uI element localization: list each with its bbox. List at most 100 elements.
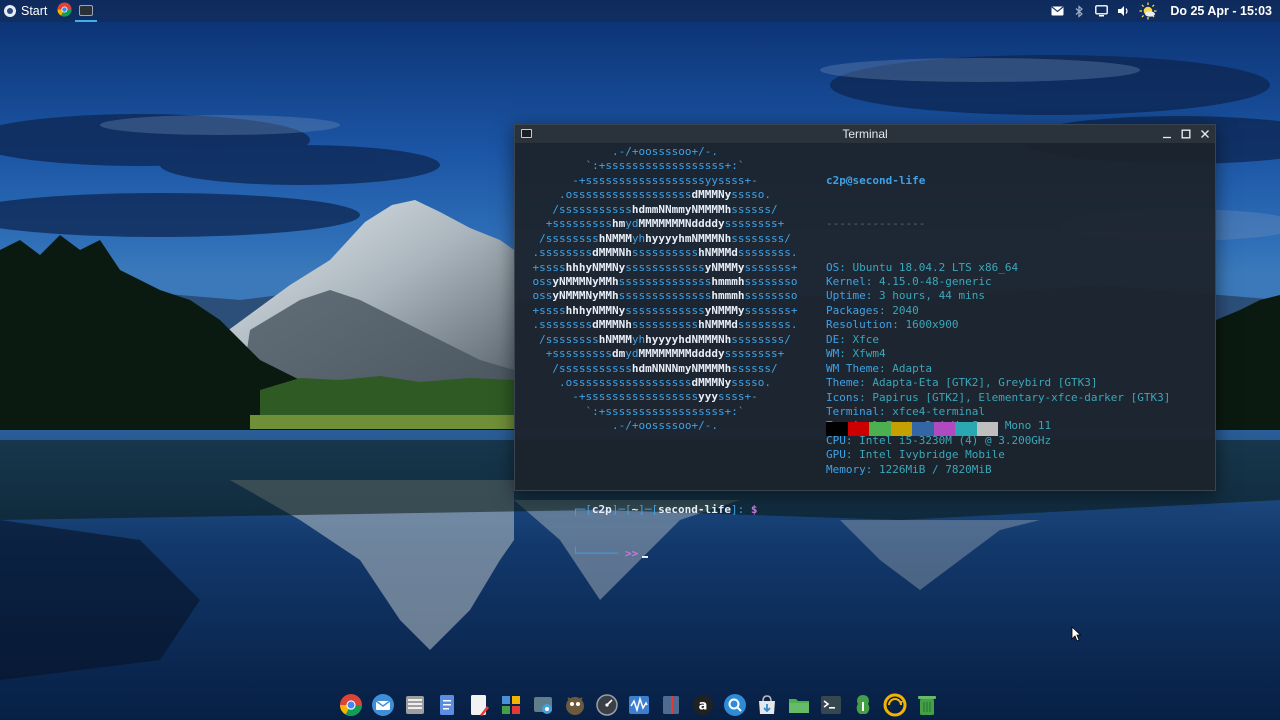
info-row: Resolution: 1600x900	[826, 318, 959, 332]
logo-segment: hmmmh	[711, 274, 745, 288]
logo-segment: ssssssssssssss	[618, 274, 712, 288]
window-controls	[1160, 125, 1211, 143]
logo-segment: -+ssssssssssssssssssyyssss+-	[572, 173, 758, 187]
info-value: xfce4-terminal	[892, 404, 985, 418]
bluetooth-icon[interactable]	[1073, 4, 1086, 18]
logo-segment: dm	[612, 347, 626, 361]
text-cursor	[642, 555, 649, 558]
logo-segment: yd	[625, 347, 639, 361]
info-key: Theme	[826, 376, 860, 390]
info-value: Papirus [GTK2], Elementary-xfce-darker […	[872, 390, 1171, 404]
chrome-launcher[interactable]	[53, 0, 75, 22]
system-monitor-icon[interactable]	[593, 691, 621, 719]
logo-line: .-/+oossssoo+/-.	[515, 419, 815, 433]
dock: a	[337, 689, 941, 720]
dictionary-icon[interactable]	[657, 691, 685, 719]
logo-segment: sssso.	[731, 376, 771, 389]
logo-segment: hNMMM	[598, 332, 632, 346]
start-menu-button[interactable]: Start	[0, 0, 53, 22]
file-manager-icon[interactable]	[401, 691, 429, 719]
mail-icon[interactable]	[1051, 5, 1064, 18]
logo-segment: hNMMMd	[698, 246, 738, 260]
color-swatch	[955, 422, 977, 436]
info-row: WM: Xfwm4	[826, 347, 886, 361]
terminal-taskbar-item[interactable]	[75, 0, 98, 22]
color-swatch	[869, 422, 891, 436]
terminal-content[interactable]: .-/+oossssoo+/-. `:+ssssssssssssssssss+:`…	[515, 143, 1215, 560]
logo-segment: yh	[631, 332, 646, 346]
prompt-corner: └──────	[571, 546, 619, 560]
logo-segment: MMMMMMMNddddy	[638, 217, 725, 231]
logo-segment: hNMMMd	[698, 318, 738, 332]
shell-prompt[interactable]: ┌─[c2p]─[~]─[second-life]: $ └────── >>	[519, 460, 757, 576]
logo-line: .ssssssssdMMMNhsssssssssshNMMMdssssssss.	[515, 318, 815, 332]
system-info: c2p@second-life --------------- OS: Ubun…	[826, 145, 1170, 506]
logo-segment: ssssssss+	[724, 347, 785, 361]
logo-segment: yNMMMy	[704, 303, 745, 317]
prompt-bracket: ]─[	[611, 503, 632, 517]
thunderbird-icon[interactable]	[369, 691, 397, 719]
logo-line: .ossssssssssssssssssdMMMNysssso.	[515, 188, 815, 202]
minimize-button[interactable]	[1160, 128, 1173, 141]
logo-line: ossyNMMMNyMMhsssssssssssssshmmmhssssssso	[515, 289, 815, 303]
archive-icon[interactable]: a	[689, 691, 717, 719]
color-swatch	[933, 422, 955, 436]
chrome-icon	[57, 2, 72, 20]
logo-segment: ssssssssss	[631, 318, 699, 332]
logo-segment: oss	[532, 289, 553, 303]
logo-line: ossyNMMMNyMMhsssssssssssssshmmmhssssssso	[515, 275, 815, 289]
sync-icon[interactable]	[881, 691, 909, 719]
terminal-title-bar[interactable]: Terminal	[515, 125, 1215, 143]
info-value: Ubuntu 18.04.2 LTS x86_64	[852, 260, 1019, 274]
logo-segment: /ssssssss	[539, 332, 599, 346]
info-row: Uptime: 3 hours, 44 mins	[826, 289, 985, 303]
app-grid-icon[interactable]	[497, 691, 525, 719]
prompt-bracket: ]─[	[638, 503, 659, 517]
text-editor-icon[interactable]	[465, 691, 493, 719]
maximize-button[interactable]	[1179, 128, 1192, 141]
clock[interactable]: Do 25 Apr - 15:03	[1170, 4, 1272, 18]
weather-sun-icon[interactable]	[1139, 2, 1157, 20]
search-icon[interactable]	[721, 691, 749, 719]
logo-segment: hyyyyhdNMMMNh	[645, 332, 732, 346]
info-key: Resolution	[826, 318, 893, 332]
volume-icon[interactable]	[1117, 5, 1130, 18]
logo-line: .ossssssssssssssssssdMMMNysssso.	[515, 376, 815, 390]
terminal-icon	[521, 129, 532, 138]
screenshot-icon[interactable]	[529, 691, 557, 719]
logo-segment: `:+ssssssssssssssssss+:`	[585, 159, 745, 173]
logo-segment: -+sssssssssssssssss	[572, 390, 699, 404]
prompt-dollar: $	[750, 503, 758, 517]
logo-segment: hmmmh	[711, 289, 745, 303]
logo-segment: /ssssssss	[539, 231, 599, 245]
display-icon[interactable]	[1095, 5, 1109, 18]
top-panel: Start Do 25 Apr - 15:03	[0, 0, 1280, 22]
waveform-icon[interactable]	[625, 691, 653, 719]
logo-segment: hyyyyhmNMMMNh	[645, 231, 732, 245]
logo-segment: /sssssssssss	[552, 202, 632, 216]
close-button[interactable]	[1198, 128, 1211, 141]
terminal-icon[interactable]	[817, 691, 845, 719]
color-swatch	[976, 422, 998, 436]
folder-icon[interactable]	[785, 691, 813, 719]
trash-icon[interactable]	[913, 691, 941, 719]
window-title: Terminal	[842, 127, 888, 141]
color-swatch	[826, 422, 848, 436]
logo-segment: +sssssssss	[545, 217, 613, 231]
terminal-window[interactable]: Terminal .-/+oossssoo+/-. `:+ssssssssssss…	[514, 124, 1216, 560]
logo-segment: dMMMNh	[592, 246, 632, 260]
logo-segment: ssssssssss	[631, 246, 699, 260]
logo-segment: ssssssssssss	[625, 260, 705, 274]
chrome-icon[interactable]	[337, 691, 365, 719]
gnome-extension-icon[interactable]	[849, 691, 877, 719]
info-key: DE	[826, 332, 840, 346]
logo-segment: yd	[625, 217, 639, 231]
logo-segment: ssssssssssss	[625, 303, 705, 317]
software-center-icon[interactable]	[753, 691, 781, 719]
info-row: Theme: Adapta-Eta [GTK2], Greybird [GTK3…	[826, 376, 1098, 390]
logo-segment: yh	[631, 231, 646, 245]
info-key: GPU	[826, 448, 846, 462]
gimp-icon[interactable]	[561, 691, 589, 719]
logo-segment: +ssss	[532, 303, 566, 317]
document-icon[interactable]	[433, 691, 461, 719]
